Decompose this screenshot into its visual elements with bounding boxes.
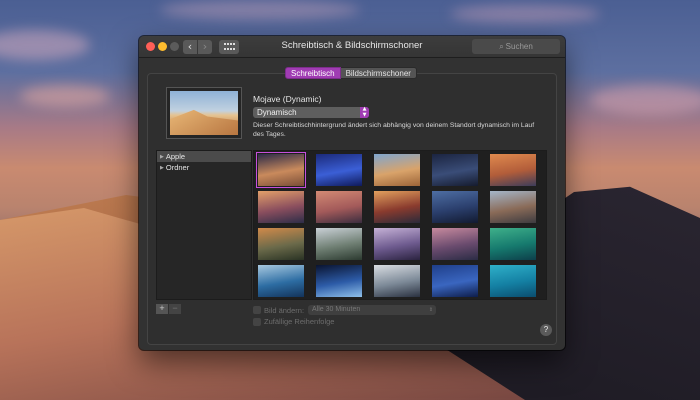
wallpaper-thumbnail-high-sierra[interactable]	[490, 154, 536, 186]
tab-schreibtisch[interactable]: Schreibtisch	[285, 67, 341, 79]
popup-arrows-icon: ⇕	[428, 307, 434, 313]
sidebar-item-label: Apple	[165, 152, 186, 161]
wallpaper-thumbnail-galaxy[interactable]	[432, 265, 478, 297]
wallpaper-thumbnail-mojave-day[interactable]	[374, 154, 420, 186]
preferences-window: ‹ › Schreibtisch & Bildschirmschoner ⌕ Su…	[139, 36, 565, 350]
change-picture-label: Bild ändern:	[264, 305, 305, 315]
popup-arrows-icon: ▲ ▼	[360, 106, 369, 118]
wallpaper-thumbnail-wave-green[interactable]	[490, 228, 536, 260]
wallpaper-thumbnail-half-dome[interactable]	[374, 228, 420, 260]
disclosure-triangle-icon[interactable]: ▶	[160, 165, 164, 171]
source-list: ▶ Apple ▶ Ordner	[156, 150, 252, 300]
wallpaper-thumbnail-earth-horizon[interactable]	[316, 265, 362, 297]
title-bar: ‹ › Schreibtisch & Bildschirmschoner ⌕ Su…	[139, 36, 565, 58]
add-folder-button[interactable]: +	[156, 304, 168, 314]
change-picture-checkbox[interactable]	[253, 306, 261, 314]
interval-popup[interactable]: Alle 30 Minuten ⇕	[308, 305, 437, 315]
wallpaper-thumbnail-lake-twilight[interactable]	[432, 191, 478, 223]
wallpaper-thumbnail-water-ripple[interactable]	[490, 265, 536, 297]
random-order-label: Zufällige Reihenfolge	[264, 317, 335, 326]
disclosure-triangle-icon[interactable]: ▶	[160, 154, 164, 160]
random-order-checkbox[interactable]	[253, 317, 261, 326]
wallpaper-description: Dieser Schreibtischhintergrund ändert si…	[253, 122, 535, 138]
tab-bildschirmschoner[interactable]: Bildschirmschoner	[340, 67, 417, 79]
current-wallpaper-preview	[166, 87, 242, 139]
wallpaper-name: Mojave (Dynamic)	[253, 94, 322, 104]
wallpaper-thumbnail-mountain-sunset[interactable]	[374, 191, 420, 223]
wallpaper-grid	[253, 150, 547, 300]
wallpaper-thumbnail-sierra[interactable]	[258, 191, 304, 223]
wallpaper-thumbnail-wave-blue[interactable]	[258, 265, 304, 297]
remove-folder-button[interactable]: −	[169, 304, 181, 314]
sidebar-item-apple[interactable]: ▶ Apple	[157, 151, 251, 162]
wallpaper-thumbnail-el-capitan[interactable]	[490, 191, 536, 223]
help-button[interactable]: ?	[540, 324, 552, 336]
mode-value: Dynamisch	[257, 108, 297, 117]
sidebar-item-label: Ordner	[165, 163, 190, 172]
wallpaper-thumbnail-solid-blue[interactable]	[316, 154, 362, 186]
change-picture-row: Bild ändern: Alle 30 Minuten ⇕	[253, 305, 437, 315]
sidebar-item-ordner[interactable]: ▶ Ordner	[157, 162, 251, 173]
search-placeholder: Suchen	[505, 42, 533, 51]
mode-popup[interactable]: Dynamisch ▲ ▼	[253, 106, 369, 118]
wallpaper-thumbnail-mojave-dynamic[interactable]	[256, 152, 306, 188]
wallpaper-thumbnail-mojave-night[interactable]	[432, 154, 478, 186]
search-field[interactable]: ⌕ Suchen	[472, 39, 560, 54]
preview-image	[170, 91, 238, 135]
interval-value: Alle 30 Minuten	[312, 306, 361, 313]
wallpaper-thumbnail-lake-dusk[interactable]	[432, 228, 478, 260]
wallpaper-thumbnail-yosemite-valley[interactable]	[258, 228, 304, 260]
random-order-row: Zufällige Reihenfolge	[253, 317, 334, 326]
wallpaper-thumbnail-el-capitan-dusk[interactable]	[316, 191, 362, 223]
wallpaper-thumbnail-earth-from-space[interactable]	[374, 265, 420, 297]
wallpaper-thumbnail-yosemite-forest[interactable]	[316, 228, 362, 260]
tab-bar: Schreibtisch Bildschirmschoner	[285, 67, 417, 79]
search-icon: ⌕	[499, 42, 504, 51]
add-remove-controls: + −	[156, 304, 181, 314]
